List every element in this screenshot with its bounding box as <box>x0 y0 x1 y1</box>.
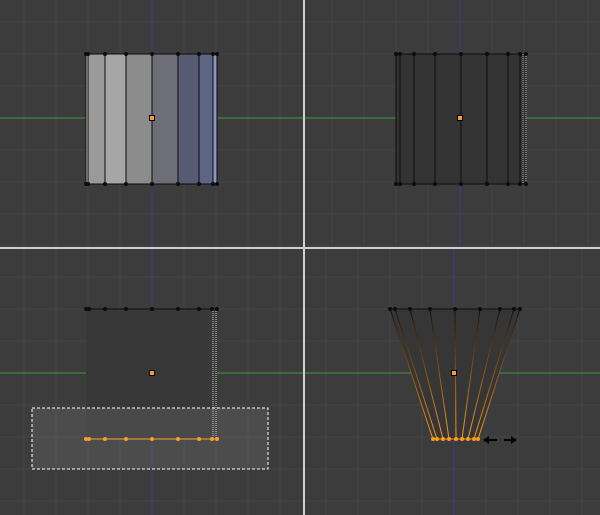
vertex <box>150 307 154 311</box>
viewport-canvas[interactable] <box>0 0 600 515</box>
vertex <box>472 437 476 441</box>
vertex <box>150 52 154 56</box>
vertex <box>215 307 219 311</box>
vertex <box>524 52 528 56</box>
vertex <box>197 307 201 311</box>
vertex <box>459 52 463 56</box>
object-origin <box>457 115 463 121</box>
vertex <box>197 182 201 186</box>
vertex <box>394 52 398 56</box>
vertex <box>498 307 502 311</box>
vertex <box>176 182 180 186</box>
vertex <box>394 182 398 186</box>
vertex <box>518 52 522 56</box>
vertex <box>211 182 215 186</box>
vertex <box>453 307 457 311</box>
vertex <box>86 182 90 186</box>
object-origin <box>149 370 155 376</box>
vertex <box>435 437 439 441</box>
vertex <box>176 52 180 56</box>
vertex <box>476 437 480 441</box>
vertex <box>433 52 437 56</box>
cylinder-edit-wireframe[interactable] <box>394 52 528 186</box>
vertex <box>398 52 402 56</box>
vertex <box>512 307 516 311</box>
object-origin <box>149 115 155 121</box>
cylinder-edit-box-select[interactable] <box>31 307 269 470</box>
vertex <box>103 182 107 186</box>
vertex <box>215 52 219 56</box>
vertex <box>431 437 435 441</box>
box-select-region <box>31 407 269 470</box>
vertex <box>412 52 416 56</box>
vertex <box>87 307 91 311</box>
vertex <box>393 307 397 311</box>
vertex <box>478 307 482 311</box>
vertex <box>454 437 458 441</box>
vertex <box>485 182 489 186</box>
vertex <box>460 437 464 441</box>
vertex <box>506 52 510 56</box>
vertex <box>124 52 128 56</box>
vertex <box>103 52 107 56</box>
object-origin <box>451 370 457 376</box>
vertex <box>433 182 437 186</box>
vertex <box>124 182 128 186</box>
vertex <box>447 437 451 441</box>
vertex <box>176 307 180 311</box>
vertex <box>518 307 522 311</box>
cylinder-object-shaded[interactable] <box>84 52 219 186</box>
vertex <box>428 307 432 311</box>
vertex <box>466 437 470 441</box>
vertex <box>215 182 219 186</box>
vertex <box>388 307 392 311</box>
cylinder-edit-scale[interactable] <box>388 307 522 444</box>
vertex <box>398 182 402 186</box>
vertex <box>103 307 107 311</box>
vertex <box>441 437 445 441</box>
vertex <box>506 182 510 186</box>
viewport-grid[interactable] <box>0 0 600 515</box>
vertex <box>86 52 90 56</box>
vertex <box>210 307 214 311</box>
vertex <box>459 182 463 186</box>
vertex <box>408 307 412 311</box>
vertex <box>485 52 489 56</box>
vertex <box>518 182 522 186</box>
vertex <box>412 182 416 186</box>
vertex <box>150 182 154 186</box>
vertex <box>197 52 201 56</box>
vertex <box>124 307 128 311</box>
vertex <box>524 182 528 186</box>
vertex <box>211 52 215 56</box>
